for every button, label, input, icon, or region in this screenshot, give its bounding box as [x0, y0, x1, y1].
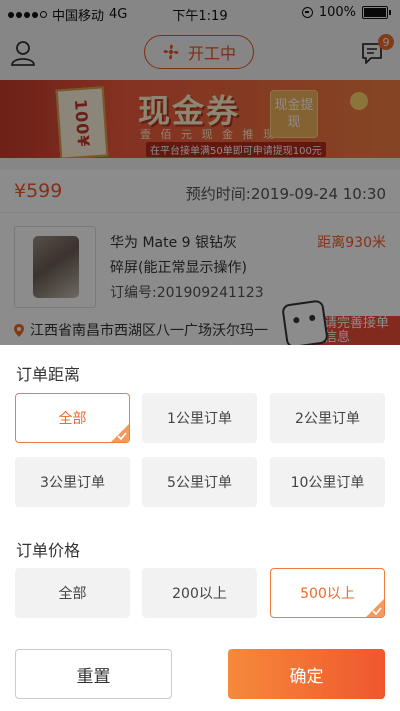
distance-option-label: 5公里订单 — [167, 475, 232, 491]
distance-option-label: 2公里订单 — [295, 411, 360, 427]
price-option-all[interactable]: 全部 — [15, 568, 130, 618]
check-icon — [372, 607, 382, 615]
price-option-label: 500以上 — [300, 586, 355, 602]
distance-option-10km[interactable]: 10公里订单 — [270, 457, 385, 507]
price-option-500[interactable]: 500以上 — [270, 568, 385, 618]
filter-sheet: 订单距离 全部 1公里订单 2公里订单 3公里订单 5公里订单 10公里订单 订… — [0, 345, 400, 711]
distance-option-all[interactable]: 全部 — [15, 393, 130, 443]
distance-option-2km[interactable]: 2公里订单 — [270, 393, 385, 443]
distance-option-label: 1公里订单 — [167, 411, 232, 427]
price-option-200[interactable]: 200以上 — [142, 568, 257, 618]
reset-button[interactable]: 重置 — [15, 649, 172, 699]
distance-option-label: 3公里订单 — [40, 475, 105, 491]
price-section-title: 订单价格 — [16, 541, 81, 560]
distance-section-title: 订单距离 — [16, 365, 81, 384]
check-icon — [117, 432, 127, 440]
dim-overlay[interactable] — [0, 0, 400, 345]
distance-option-3km[interactable]: 3公里订单 — [15, 457, 130, 507]
distance-option-label: 10公里订单 — [290, 475, 365, 491]
price-option-label: 200以上 — [172, 586, 227, 602]
price-option-label: 全部 — [58, 586, 87, 602]
distance-option-5km[interactable]: 5公里订单 — [142, 457, 257, 507]
distance-option-1km[interactable]: 1公里订单 — [142, 393, 257, 443]
confirm-button[interactable]: 确定 — [228, 649, 385, 699]
distance-option-label: 全部 — [58, 411, 87, 427]
